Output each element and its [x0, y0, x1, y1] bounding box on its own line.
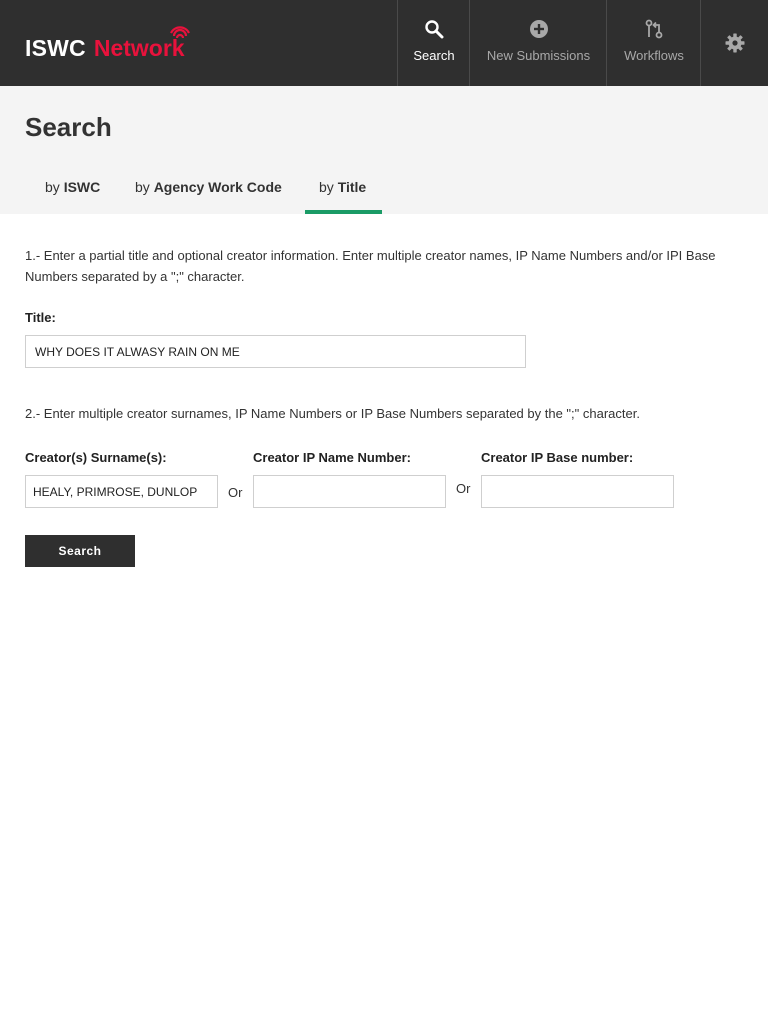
instruction-step-2: 2.- Enter multiple creator surnames, IP … [25, 406, 640, 421]
workflow-icon [645, 18, 663, 40]
creator-ip-base-number-input[interactable] [481, 475, 674, 508]
tab-prefix: by [319, 179, 334, 195]
nav-workflows[interactable]: Workflows [606, 0, 701, 86]
title-input[interactable] [25, 335, 526, 368]
tab-by-iswc[interactable]: by ISWC [31, 174, 114, 214]
tab-by-agency-work-code[interactable]: by Agency Work Code [121, 174, 296, 214]
plus-circle-icon [529, 18, 549, 40]
tab-label: ISWC [63, 179, 101, 195]
creator-ip-base-number-label: Creator IP Base number: [481, 450, 634, 465]
tab-label: Agency Work Code [153, 179, 282, 195]
nav-new-submissions-label: New Submissions [486, 48, 591, 63]
search-icon [424, 18, 444, 40]
tab-label: Title [337, 179, 367, 195]
creator-ip-name-number-label: Creator IP Name Number: [253, 450, 411, 465]
search-header: Search by ISWC by Agency Work Code by Ti… [0, 86, 768, 214]
nav-new-submissions[interactable]: New Submissions [469, 0, 607, 86]
top-navigation-bar: ISWC Network Search New Submissions Work… [0, 0, 768, 86]
nav-search[interactable]: Search [397, 0, 470, 86]
or-separator-2: Or [456, 481, 471, 496]
tab-by-title[interactable]: by Title [305, 174, 382, 214]
instruction-step-1: 1.- Enter a partial title and optional c… [25, 248, 716, 284]
settings-button[interactable] [700, 0, 768, 86]
nav-workflows-label: Workflows [624, 48, 684, 63]
search-button[interactable]: Search [25, 535, 135, 567]
tab-prefix: by [135, 179, 150, 195]
creator-surname-label: Creator(s) Surname(s): [25, 450, 167, 465]
page-title: Search [25, 112, 112, 142]
title-label: Title: [25, 310, 56, 325]
or-separator-1: Or [228, 485, 243, 500]
tab-prefix: by [45, 179, 60, 195]
creator-surname-input[interactable] [25, 475, 218, 508]
signal-icon [170, 26, 190, 39]
nav-search-label: Search [413, 48, 455, 63]
logo-iswc-text: ISWC [25, 35, 86, 61]
iswc-network-logo[interactable]: ISWC Network [25, 26, 185, 66]
gear-icon [725, 32, 745, 54]
creator-ip-name-number-input[interactable] [253, 475, 446, 508]
